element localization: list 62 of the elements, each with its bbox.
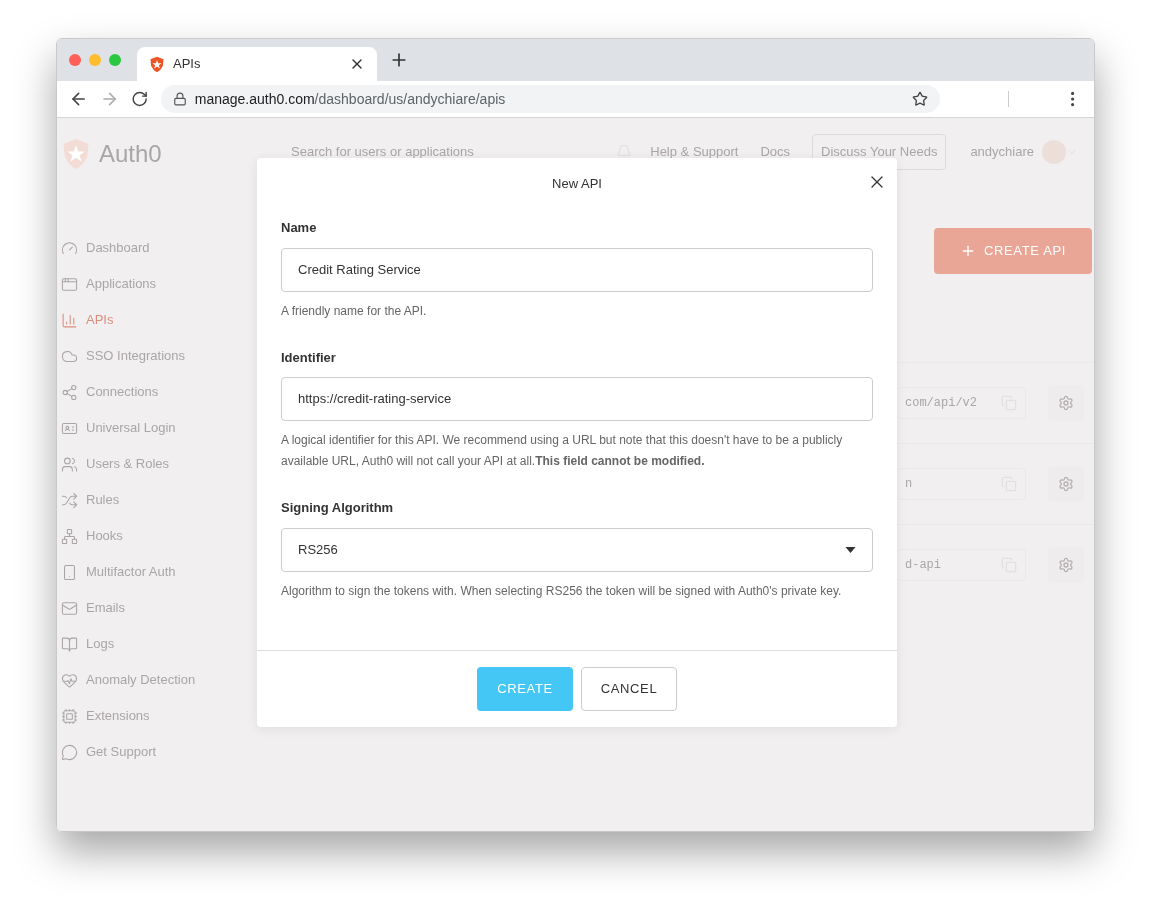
search-field[interactable]: Search for users or applications <box>291 142 591 162</box>
sidebar-item[interactable]: Rules <box>61 482 257 518</box>
sidebar-item[interactable]: Anomaly Detection <box>61 662 257 698</box>
browser-tab[interactable]: APIs <box>137 47 377 81</box>
create-button[interactable]: CREATE <box>477 666 573 711</box>
minimize-window-icon[interactable] <box>89 54 101 66</box>
dropdown-caret-icon <box>845 546 856 553</box>
help-text: A friendly name for the API. <box>281 302 428 320</box>
username-text: andychiare <box>970 143 1034 162</box>
header-link[interactable]: Docs <box>760 142 791 162</box>
lock-icon <box>172 92 187 106</box>
create-api-button[interactable]: CREATE API <box>934 228 1092 274</box>
field-label: Identifier <box>281 348 337 367</box>
header-link[interactable]: Help & Support <box>650 142 739 162</box>
sidebar-item[interactable]: Hooks <box>61 518 257 554</box>
gear-icon <box>1058 476 1074 492</box>
sidebar-item[interactable]: Users & Roles <box>61 446 257 482</box>
field-label: Name <box>281 219 318 237</box>
url-text: manage.auth0.com/dashboard/us/andychiare/apis <box>194 89 507 109</box>
sidebar-item[interactable]: Multifactor Auth <box>61 554 257 590</box>
sidebar-item[interactable]: Applications <box>61 266 257 302</box>
bell-icon[interactable] <box>616 144 633 160</box>
chat-icon <box>61 743 78 761</box>
close-window-icon[interactable] <box>69 54 81 66</box>
text-input-field[interactable]: Credit Rating Service <box>281 247 873 292</box>
dialog-title: New API <box>552 175 602 194</box>
network-icon <box>61 527 78 545</box>
gear-icon <box>1058 557 1074 573</box>
help-text: Algorithm to sign the tokens with. When selecting RS256 the token will be signed with Auth0's private key. <box>281 582 843 600</box>
algorithm-select[interactable]: RS256 <box>281 527 873 572</box>
bookmark-star-icon[interactable] <box>911 91 928 107</box>
reload-icon[interactable] <box>131 90 149 108</box>
sidebar-item[interactable]: Dashboard <box>61 230 257 266</box>
sidebar-item[interactable]: Universal Login <box>61 410 257 446</box>
phone-icon <box>61 563 78 581</box>
book-icon <box>61 635 78 653</box>
cancel-button[interactable]: CANCEL <box>581 666 677 711</box>
bar-chart-icon <box>61 311 78 329</box>
logo-icon <box>61 137 91 171</box>
mail-icon <box>61 599 78 617</box>
sidebar-item[interactable]: SSO Integrations <box>61 338 257 374</box>
favicon-icon <box>149 55 165 73</box>
share-icon <box>61 383 78 401</box>
window-icon <box>61 275 78 293</box>
help-text: A logical identifier for this API. We recommend using a URL but note that this doesn't have to be a publicly available URL, Auth0 will not call your API at all.This field cannot be modified. <box>281 432 844 470</box>
sidebar-item[interactable]: Extensions <box>61 698 257 734</box>
text-input-field[interactable]: https://credit-rating-service <box>281 377 873 421</box>
gear-icon <box>1058 395 1074 411</box>
sidebar-item[interactable]: Emails <box>61 590 257 626</box>
field-label: Signing Algorithm <box>281 499 395 517</box>
address-bar[interactable]: manage.auth0.com/dashboard/us/andychiare/apis <box>160 85 940 113</box>
logo-text: Auth0 <box>99 139 162 169</box>
heart-icon <box>61 671 78 689</box>
maximize-window-icon[interactable] <box>109 54 121 66</box>
sidebar-item[interactable]: Logs <box>61 626 257 662</box>
gauge-icon <box>61 239 78 257</box>
shuffle-icon <box>61 491 78 509</box>
users-icon <box>61 455 78 473</box>
chip-icon <box>61 707 78 725</box>
sidebar-item[interactable]: Get Support <box>61 734 257 770</box>
sidebar-item[interactable]: Connections <box>61 374 257 410</box>
sidebar-item[interactable]: APIs <box>61 302 257 338</box>
